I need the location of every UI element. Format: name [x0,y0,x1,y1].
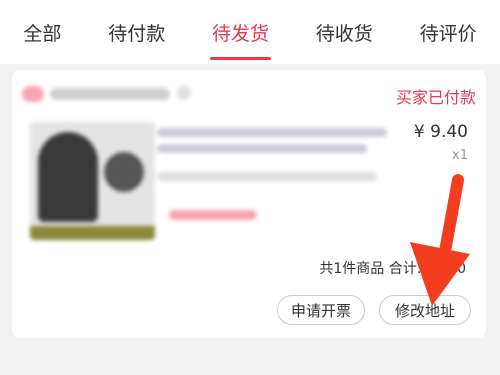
page-background [0,346,500,375]
request-invoice-button[interactable]: 申请开票 [277,295,365,325]
order-status-tabs: 全部 待付款 待发货 待收货 待评价 [0,0,500,64]
tab-pending-receipt[interactable]: 待收货 [310,11,379,54]
store-header[interactable]: 买家已付款 [22,82,476,107]
order-summary: 共1件商品 合计: ¥9.40 [319,261,466,277]
tab-pending-review[interactable]: 待评价 [414,11,483,54]
product-quantity: x1 [452,148,468,163]
order-card[interactable]: 买家已付款 ¥ 9.40 x1 共1件商品 合计: ¥9.40 申请开票 修改地… [12,70,486,338]
chevron-right-icon [177,86,191,100]
tab-pending-shipment[interactable]: 待发货 [206,11,275,60]
modify-address-button[interactable]: 修改地址 [379,295,471,325]
tab-pending-payment[interactable]: 待付款 [102,11,171,54]
product-thumbnail[interactable] [30,122,155,240]
product-spec-blurred [157,172,377,181]
product-title-blurred [157,144,367,153]
order-status: 买家已付款 [395,88,476,107]
store-name-blurred [50,88,170,100]
tab-all[interactable]: 全部 [17,11,67,54]
product-price: ¥ 9.40 [413,122,468,142]
product-tag-blurred [169,210,257,220]
product-title-blurred [157,128,387,137]
store-logo-icon [22,86,44,102]
